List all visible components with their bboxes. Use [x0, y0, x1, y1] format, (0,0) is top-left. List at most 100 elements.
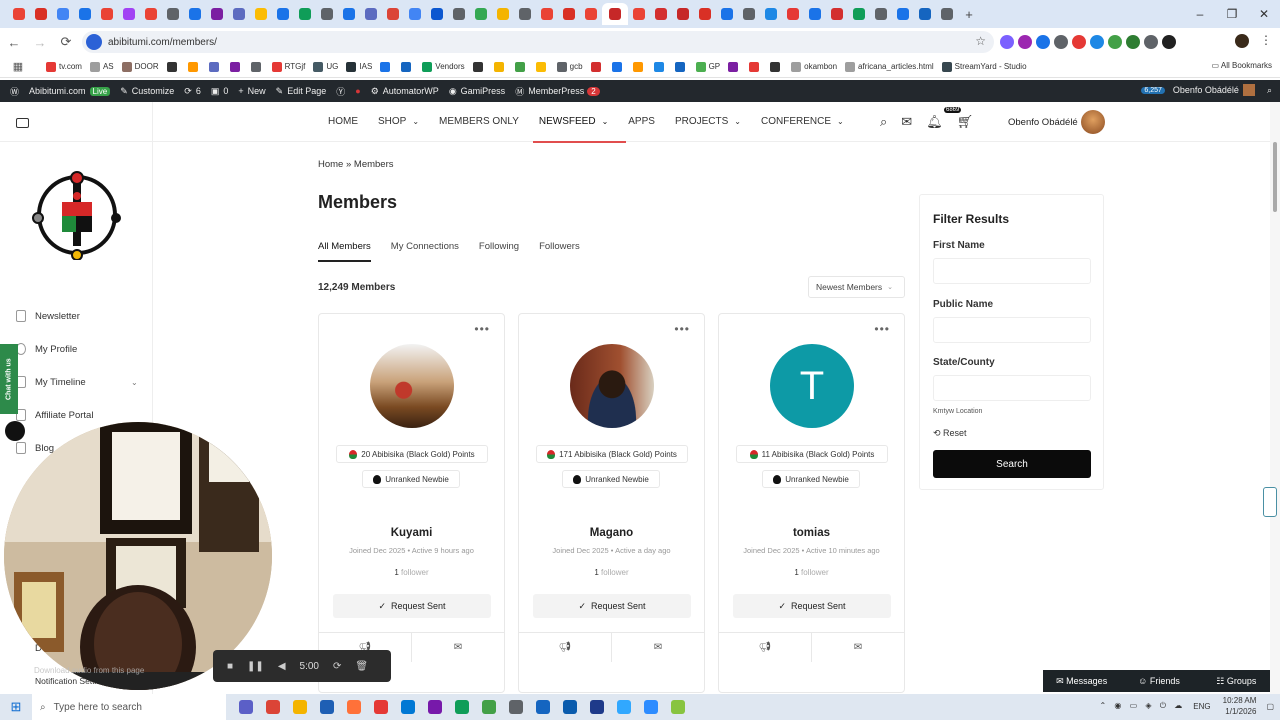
browser-tab[interactable]: [74, 3, 96, 25]
request-sent-button[interactable]: ✓ Request Sent: [533, 594, 691, 618]
bookmark-item[interactable]: Vendors: [422, 61, 465, 72]
taskbar-app-icon[interactable]: [428, 700, 442, 714]
browser-menu-icon[interactable]: ⋮: [1260, 33, 1272, 47]
megaphone-icon[interactable]: 📢︎: [719, 633, 812, 662]
nav-item-projects[interactable]: PROJECTS ⌄: [675, 116, 741, 127]
extension-icon[interactable]: [1090, 35, 1104, 49]
language-indicator[interactable]: ENG: [1193, 702, 1210, 711]
customize-link[interactable]: ✎ Customize: [120, 86, 174, 97]
browser-tab[interactable]: [716, 3, 738, 25]
browser-tab[interactable]: [206, 3, 228, 25]
browser-tab[interactable]: [760, 3, 782, 25]
address-bar[interactable]: abibitumi.com/members/ ☆: [82, 31, 994, 53]
memberpress-link[interactable]: Ⓜ MemberPress 2: [515, 85, 600, 98]
browser-tab[interactable]: [272, 3, 294, 25]
bookmark-item[interactable]: StreamYard - Studio: [941, 61, 1027, 72]
nav-item-shop[interactable]: SHOP ⌄: [378, 116, 419, 127]
sidebar-item-my-profile[interactable]: My Profile: [16, 343, 77, 355]
browser-tab[interactable]: [250, 3, 272, 25]
request-sent-button[interactable]: ✓ Request Sent: [733, 594, 891, 618]
side-widget[interactable]: [1263, 487, 1277, 517]
sidebar-item-affiliate-portal[interactable]: Affiliate Portal: [16, 409, 93, 421]
windows-start-icon[interactable]: ⊞: [0, 699, 32, 715]
taskbar-app-icon[interactable]: [563, 700, 577, 714]
bookmark-item[interactable]: [229, 61, 243, 72]
wp-logo-icon[interactable]: Ⓦ: [10, 85, 19, 98]
pause-icon[interactable]: ❚❚: [247, 661, 264, 672]
browser-tab[interactable]: [870, 3, 892, 25]
bookmark-item[interactable]: tv.com: [46, 61, 82, 72]
reset-button[interactable]: ⟲ Reset: [933, 428, 967, 439]
search-icon[interactable]: ⌕: [880, 114, 887, 130]
clock[interactable]: 10:28 AM 1/1/2026: [1223, 695, 1257, 717]
close-window-button[interactable]: ✕: [1248, 0, 1280, 28]
more-options-icon[interactable]: •••: [874, 322, 890, 336]
wp-user-avatar[interactable]: [1242, 84, 1255, 96]
messages-tab[interactable]: ✉ Messages: [1043, 676, 1120, 687]
bookmark-item[interactable]: AS: [89, 61, 114, 72]
edit-page-link[interactable]: ✎ Edit Page: [276, 86, 327, 97]
browser-tab[interactable]: [650, 3, 672, 25]
tab-all-members[interactable]: All Members: [318, 241, 371, 262]
taskbar-app-icon[interactable]: [266, 700, 280, 714]
browser-tab[interactable]: [360, 3, 382, 25]
extension-icon[interactable]: [1036, 35, 1050, 49]
nav-item-home[interactable]: HOME: [328, 116, 358, 127]
browser-tab[interactable]: [426, 3, 448, 25]
browser-tab[interactable]: [448, 3, 470, 25]
stop-icon[interactable]: ■: [227, 661, 233, 672]
bookmark-item[interactable]: GP: [695, 61, 720, 72]
sidebar-item-blog[interactable]: Blog: [16, 442, 54, 454]
bookmark-item[interactable]: RTGjf: [271, 61, 305, 72]
browser-tab[interactable]: [536, 3, 558, 25]
browser-tab[interactable]: [8, 3, 30, 25]
bookmark-item[interactable]: [728, 61, 741, 72]
taskbar-app-icon[interactable]: [401, 700, 415, 714]
bookmark-item[interactable]: [749, 61, 762, 72]
bookmark-item[interactable]: UG: [313, 61, 338, 72]
bookmark-item[interactable]: [535, 61, 549, 72]
browser-tab[interactable]: [602, 3, 628, 25]
browser-tab[interactable]: [914, 3, 936, 25]
header-user-avatar[interactable]: [1081, 110, 1105, 134]
back-icon[interactable]: ←: [2, 30, 26, 54]
browser-tab[interactable]: [628, 3, 650, 25]
member-name[interactable]: Magano: [519, 527, 704, 539]
taskbar-app-icon[interactable]: [482, 700, 496, 714]
extension-icon[interactable]: [1000, 35, 1014, 49]
bookmark-item[interactable]: DOOR: [121, 61, 159, 72]
new-content-link[interactable]: + New: [238, 86, 265, 96]
extension-icon[interactable]: [1054, 35, 1068, 49]
browser-tab[interactable]: [936, 3, 958, 25]
nav-item-apps[interactable]: APPS: [628, 116, 655, 127]
maximize-button[interactable]: ❐: [1216, 0, 1248, 28]
browser-tab[interactable]: [514, 3, 536, 25]
browser-tab[interactable]: [848, 3, 870, 25]
search-button[interactable]: Search: [933, 450, 1091, 478]
browser-tab[interactable]: [694, 3, 716, 25]
bookmark-item[interactable]: [380, 61, 393, 72]
taskbar-app-icon[interactable]: [644, 700, 658, 714]
messages-icon[interactable]: ✉: [901, 114, 912, 130]
site-logo[interactable]: [32, 170, 122, 260]
header-user-name[interactable]: Obenfo Obádélé: [1008, 117, 1078, 128]
more-options-icon[interactable]: •••: [674, 322, 690, 336]
taskbar-app-icon[interactable]: [374, 700, 388, 714]
browser-tab[interactable]: [30, 3, 52, 25]
extension-icon[interactable]: [1018, 35, 1032, 49]
nav-item-members-only[interactable]: MEMBERS ONLY: [439, 116, 519, 127]
wp-user-name[interactable]: Obenfo Obádélé: [1173, 85, 1239, 95]
page-scrollbar[interactable]: [1270, 102, 1280, 700]
site-info-icon[interactable]: [86, 34, 102, 50]
automator-link[interactable]: ⚙ AutomatorWP: [371, 86, 439, 97]
bookmark-item[interactable]: [632, 61, 646, 72]
wp-site-link[interactable]: Abibitumi.com Live: [29, 86, 111, 96]
bookmark-star-icon[interactable]: ☆: [975, 34, 986, 48]
yoast-icon[interactable]: Ⓨ: [336, 85, 345, 98]
friends-tab[interactable]: ☺ Friends: [1120, 676, 1197, 686]
taskbar-app-icon[interactable]: [509, 700, 523, 714]
bookmark-item[interactable]: gcb: [556, 61, 583, 72]
trash-icon[interactable]: 🗑︎: [355, 661, 368, 672]
taskbar-app-icon[interactable]: [455, 700, 469, 714]
browser-tab[interactable]: [404, 3, 426, 25]
